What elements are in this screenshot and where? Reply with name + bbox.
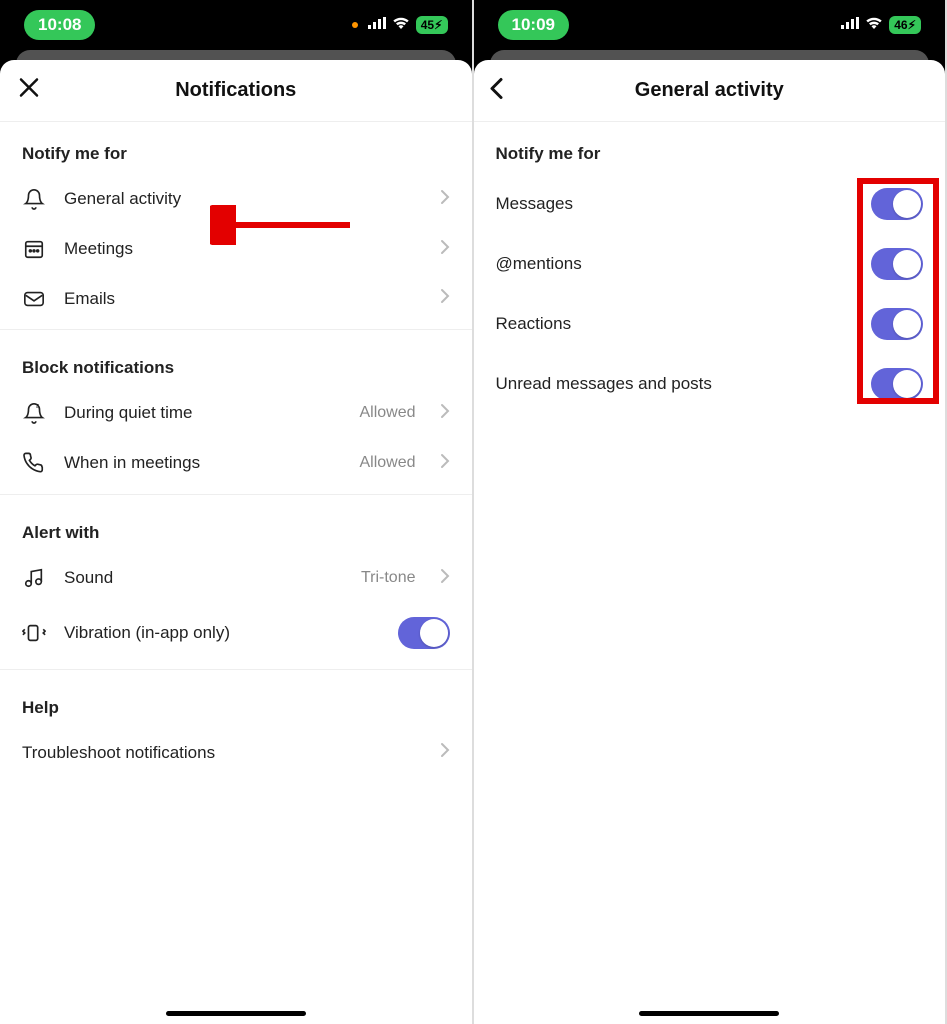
row-label: Emails [64,289,422,309]
row-label: Vibration (in-app only) [64,623,380,643]
sheet-header: Notifications [0,60,472,122]
row-in-meetings[interactable]: When in meetings Allowed [0,438,472,488]
section-header-notify: Notify me for [0,122,472,174]
phone-icon [22,452,46,474]
section-header-help: Help [0,676,472,728]
row-label: Sound [64,568,343,588]
close-icon [18,76,40,98]
vibration-toggle[interactable] [398,617,450,649]
cellular-signal-icon [368,16,386,34]
row-label: When in meetings [64,453,341,473]
home-indicator[interactable] [639,1011,779,1016]
sheet-header: General activity [474,60,946,122]
chevron-right-icon [440,568,450,589]
row-value: Tri-tone [361,569,416,587]
page-title: Notifications [175,79,296,102]
status-indicators: 46⚡︎ [841,16,921,34]
cellular-signal-icon [841,16,859,34]
bell-icon [22,188,46,210]
quiet-time-icon: z [22,402,46,424]
row-quiet-time[interactable]: z During quiet time Allowed [0,388,472,438]
phone-right: 10:09 46⚡︎ General activity Notify me fo… [474,0,947,1024]
row-emails[interactable]: Emails [0,274,472,323]
music-icon [22,567,46,589]
unread-toggle[interactable] [871,368,923,400]
row-label: During quiet time [64,403,341,423]
wifi-icon [392,16,410,34]
mentions-toggle[interactable] [871,248,923,280]
battery-indicator: 46⚡︎ [889,16,921,34]
back-button[interactable] [488,76,504,105]
chevron-right-icon [440,239,450,260]
section-header-notify: Notify me for [474,122,946,174]
status-bar: 10:08 45⚡︎ [0,0,472,50]
chevron-left-icon [488,76,504,100]
status-time: 10:09 [498,10,569,40]
mic-indicator-icon [352,22,358,28]
row-label: Troubleshoot notifications [22,743,422,763]
row-label: Messages [496,194,573,214]
row-value: Allowed [359,454,415,472]
close-button[interactable] [18,76,40,105]
section-header-alert: Alert with [0,501,472,553]
sheet-container: General activity Notify me for Messages … [474,50,946,1024]
reactions-toggle[interactable] [871,308,923,340]
divider [0,669,472,670]
divider [0,494,472,495]
mail-icon [22,290,46,308]
battery-indicator: 45⚡︎ [416,16,448,34]
messages-toggle[interactable] [871,188,923,220]
row-value: Allowed [359,404,415,422]
status-indicators: 45⚡︎ [352,16,448,34]
row-label: @mentions [496,254,582,274]
wifi-icon [865,16,883,34]
row-messages: Messages [474,174,946,234]
status-time: 10:08 [24,10,95,40]
row-label: Meetings [64,239,422,259]
row-unread: Unread messages and posts [474,354,946,414]
chevron-right-icon [440,288,450,309]
row-vibration[interactable]: Vibration (in-app only) [0,603,472,663]
section-header-block: Block notifications [0,336,472,388]
chevron-right-icon [440,403,450,424]
chevron-right-icon [440,189,450,210]
chevron-right-icon [440,742,450,763]
notifications-sheet: Notifications Notify me for General acti… [0,60,472,1024]
divider [0,329,472,330]
row-label: Reactions [496,314,572,334]
row-meetings[interactable]: Meetings [0,224,472,274]
calendar-icon [22,238,46,260]
page-title: General activity [635,79,784,102]
row-reactions: Reactions [474,294,946,354]
status-bar: 10:09 46⚡︎ [474,0,946,50]
home-indicator[interactable] [166,1011,306,1016]
row-general-activity[interactable]: General activity [0,174,472,224]
row-mentions: @mentions [474,234,946,294]
row-troubleshoot[interactable]: Troubleshoot notifications [0,728,472,777]
svg-text:z: z [36,403,39,410]
chevron-right-icon [440,453,450,474]
vibration-icon [22,622,46,644]
general-activity-sheet: General activity Notify me for Messages … [474,60,946,1024]
row-label: General activity [64,189,422,209]
phone-left: 10:08 45⚡︎ Notifications Notify me for [0,0,474,1024]
row-sound[interactable]: Sound Tri-tone [0,553,472,603]
sheet-container: Notifications Notify me for General acti… [0,50,472,1024]
row-label: Unread messages and posts [496,374,712,394]
